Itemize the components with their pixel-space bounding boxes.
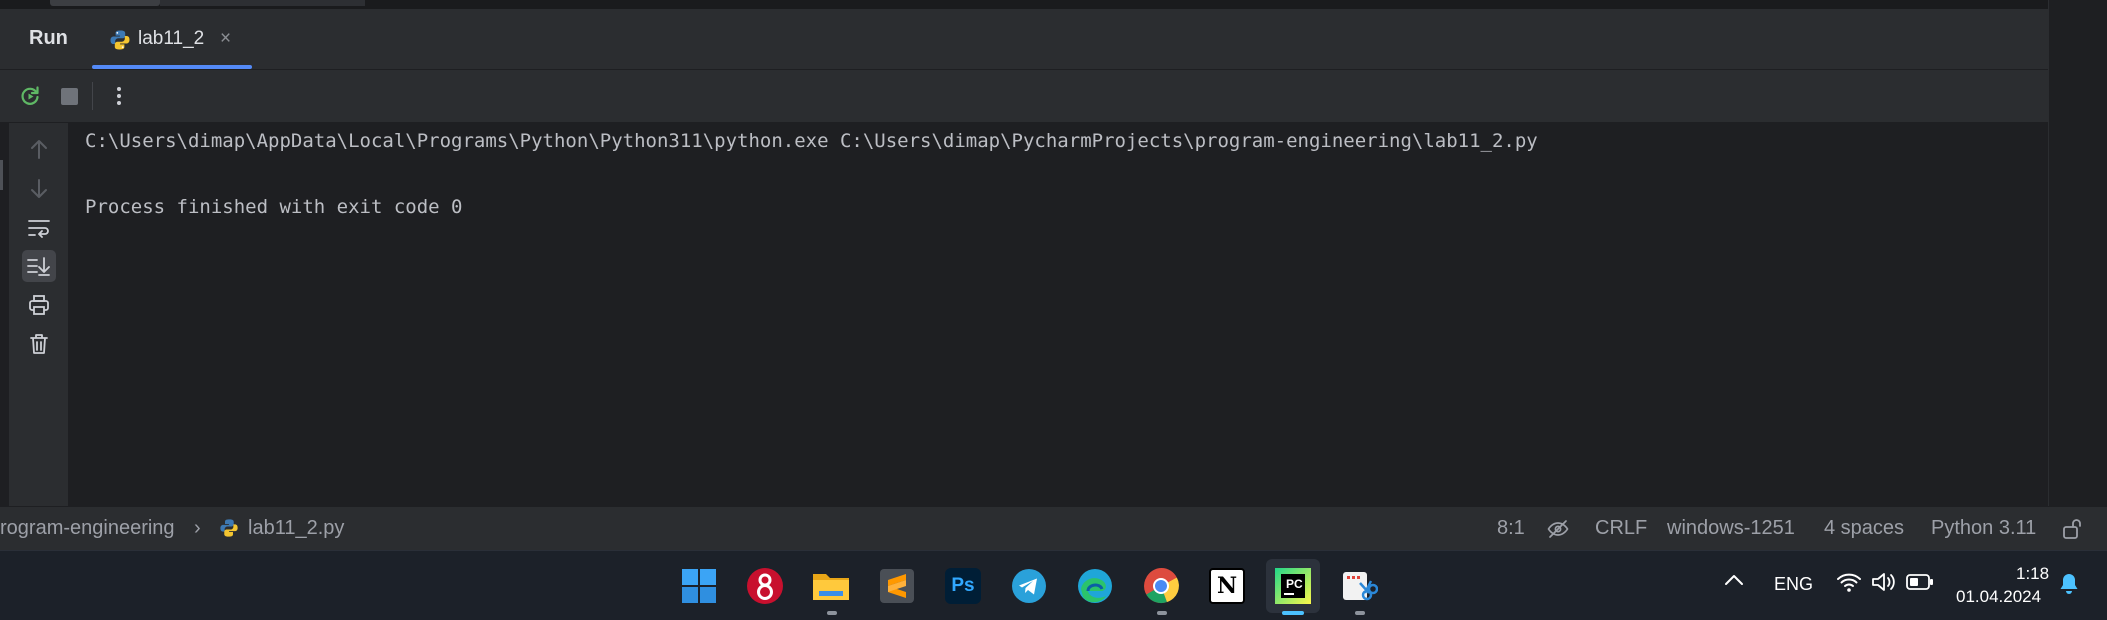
scroll-to-end-icon[interactable] <box>22 250 56 282</box>
wifi-icon[interactable] <box>1836 571 1862 598</box>
active-app-indicator <box>1282 611 1304 615</box>
app-8-red-icon[interactable] <box>738 559 792 613</box>
indent-setting[interactable]: 4 spaces <box>1824 517 1904 540</box>
breadcrumb-project[interactable]: rogram-engineering <box>0 517 175 540</box>
clock-time[interactable]: 1:18 <box>2016 564 2049 584</box>
soft-wrap-icon[interactable] <box>22 212 56 244</box>
right-tool-strip <box>2048 0 2107 506</box>
trash-icon[interactable] <box>22 328 56 360</box>
no-inspections-icon[interactable] <box>1547 519 1569 545</box>
chrome-icon[interactable] <box>1134 559 1188 613</box>
python-file-icon <box>219 518 239 544</box>
more-vertical-icon[interactable] <box>104 81 134 111</box>
console-output[interactable]: C:\Users\dimap\AppData\Local\Programs\Py… <box>69 123 2048 506</box>
run-tool-window-title: Run <box>29 27 68 49</box>
chevron-up-icon[interactable] <box>1723 573 1745 592</box>
cursor-position[interactable]: 8:1 <box>1497 517 1525 540</box>
open-indicator <box>1355 611 1365 615</box>
rerun-icon[interactable] <box>15 81 45 111</box>
snipping-tool-icon[interactable] <box>1332 559 1386 613</box>
run-toolbar <box>0 70 2048 123</box>
pycharm-icon[interactable]: PC <box>1266 559 1320 613</box>
run-tool-window-header <box>0 9 2048 70</box>
breadcrumb-separator: › <box>194 517 201 539</box>
file-encoding[interactable]: windows-1251 <box>1667 517 1795 540</box>
language-indicator[interactable]: ENG <box>1774 574 1813 595</box>
file-explorer-icon[interactable] <box>804 559 858 613</box>
edge-marker <box>0 160 3 190</box>
status-bar: rogram-engineering › lab11_2.py 8:1 CRLF… <box>0 506 2107 550</box>
clock-date[interactable]: 01.04.2024 <box>1956 587 2041 607</box>
notion-icon[interactable]: N <box>1200 559 1254 613</box>
tab-label: lab11_2 <box>138 28 205 49</box>
windows-start-icon[interactable] <box>672 559 726 613</box>
console-exit-message: Process finished with exit code 0 <box>85 196 463 218</box>
notification-bell-icon[interactable] <box>2058 572 2080 601</box>
sublime-text-icon[interactable] <box>870 559 924 613</box>
top-scroll-strip[interactable] <box>0 0 2048 9</box>
volume-icon[interactable] <box>1871 571 1897 598</box>
edge-icon[interactable] <box>1068 559 1122 613</box>
line-separator[interactable]: CRLF <box>1595 517 1647 540</box>
battery-icon[interactable] <box>1906 573 1934 596</box>
toolbar-separator <box>92 82 93 110</box>
stop-icon[interactable] <box>54 81 84 111</box>
arrow-down-icon[interactable] <box>22 173 56 205</box>
arrow-up-icon[interactable] <box>22 133 56 165</box>
print-icon[interactable] <box>22 289 56 321</box>
tab-lab11-2[interactable]: lab11_2 × <box>92 15 252 69</box>
close-tab-icon[interactable]: × <box>220 28 231 50</box>
active-tab-indicator <box>92 65 252 69</box>
console-side-toolbar <box>0 123 69 506</box>
windows-taskbar: Ps N PC ENG 1:18 01.04.2024 <box>0 550 2107 620</box>
open-indicator <box>1157 611 1167 615</box>
telegram-icon[interactable] <box>1002 559 1056 613</box>
scroll-track-highlight <box>160 0 365 6</box>
photoshop-icon[interactable]: Ps <box>936 559 990 613</box>
python-interpreter[interactable]: Python 3.11 <box>1931 517 2036 540</box>
breadcrumb-file[interactable]: lab11_2.py <box>248 517 344 540</box>
python-file-icon <box>109 29 131 56</box>
lock-icon[interactable] <box>2062 518 2082 546</box>
open-indicator <box>827 611 837 615</box>
console-command-line: C:\Users\dimap\AppData\Local\Programs\Py… <box>85 130 1538 152</box>
scroll-thumb[interactable] <box>50 0 160 6</box>
